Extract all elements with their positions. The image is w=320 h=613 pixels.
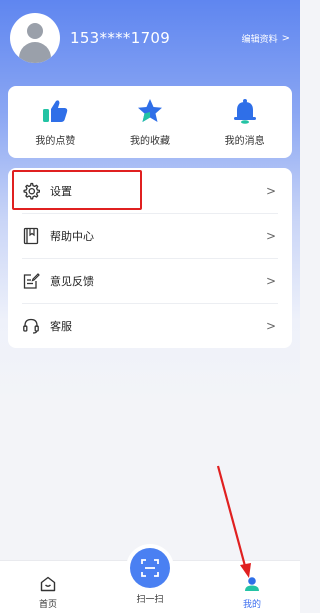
highlight-box [12,170,142,210]
chevron-right-icon: > [265,228,276,243]
quick-item-label: 我的收藏 [129,135,170,147]
avatar-head-shape [27,23,43,39]
tab-mine-label: 我的 [242,600,261,610]
user-phone: 153****1709 [70,29,171,47]
user-icon [245,577,259,591]
chevron-right-icon: > [265,273,276,288]
chevron-right-icon: > [265,183,276,198]
quick-item-likes[interactable]: 我的点赞 [10,98,100,147]
scan-label: 扫一扫 [136,595,164,605]
tab-home[interactable]: 首页 [18,561,78,613]
edit-profile-link[interactable]: 编辑资料 > [242,32,290,45]
quick-item-label: 我的点赞 [35,135,76,147]
home-icon [40,576,56,592]
help-book-icon [23,227,39,244]
chevron-right-icon: > [281,32,290,44]
profile-header: 153****1709 编辑资料 > [10,12,290,64]
settings-menu: 设置 > 帮助中心 > 意见反馈 > 客服 > [8,168,292,348]
menu-item-customer-service[interactable]: 客服 > [8,303,292,348]
quick-item-favorites[interactable]: 我的收藏 [105,98,195,147]
scan-icon [141,559,159,577]
menu-item-settings[interactable]: 设置 > [8,168,292,213]
menu-item-label: 客服 [50,319,72,333]
edit-profile-label: 编辑资料 [241,34,278,45]
menu-item-label: 意见反馈 [50,274,94,288]
menu-item-help-center[interactable]: 帮助中心 > [8,213,292,258]
feedback-edit-icon [23,272,40,289]
avatar[interactable] [10,13,60,63]
quick-actions-card: 我的点赞 我的收藏 我的消息 [8,86,292,158]
scan-button[interactable] [130,548,170,588]
bell-icon [233,98,256,124]
headset-icon [23,318,39,334]
menu-item-label: 帮助中心 [50,229,94,243]
quick-item-messages[interactable]: 我的消息 [200,98,290,147]
tab-home-label: 首页 [38,600,57,610]
quick-item-label: 我的消息 [224,135,265,147]
star-icon [137,98,162,122]
avatar-body-shape [19,42,51,63]
thumbs-up-icon [43,99,68,122]
menu-item-feedback[interactable]: 意见反馈 > [8,258,292,303]
chevron-right-icon: > [265,318,276,333]
tab-mine[interactable]: 我的 [222,561,282,613]
